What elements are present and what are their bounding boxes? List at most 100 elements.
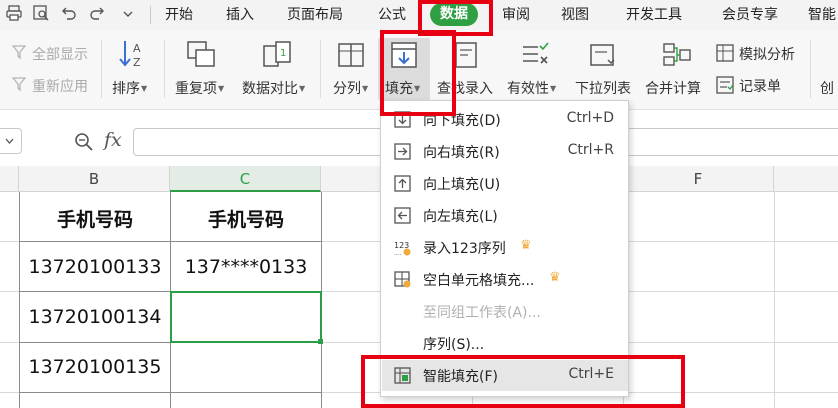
filter-reapply-icon	[11, 76, 28, 96]
undo-icon[interactable]	[60, 5, 78, 25]
tab-view[interactable]: 视图	[561, 0, 589, 30]
split-columns-icon	[336, 40, 366, 74]
fill-left-icon	[394, 207, 411, 224]
validity-button[interactable]: 有效性▼	[507, 78, 556, 98]
data-compare-button[interactable]: 数据对比▼	[242, 78, 305, 98]
customize-toolbar-icon[interactable]	[120, 5, 136, 25]
ribbon-divider	[320, 40, 321, 98]
duplicates-icon	[186, 40, 216, 74]
data-compare-icon: 1	[262, 40, 292, 74]
tab-home[interactable]: 开始	[165, 0, 193, 30]
sort-icon: AZ	[118, 38, 148, 74]
redo-icon[interactable]	[88, 5, 106, 25]
svg-text:Z: Z	[133, 56, 141, 69]
cell-b4[interactable]: 13720100135	[20, 356, 170, 378]
validity-label: 有效性	[507, 81, 549, 97]
cell-c1[interactable]: 手机号码	[171, 205, 321, 232]
member-crown-icon: ♛	[520, 238, 532, 253]
svg-text:A: A	[133, 42, 141, 55]
menu-item-fill-right[interactable]: 向右填充(R) Ctrl+R	[382, 136, 628, 167]
name-box[interactable]	[0, 128, 22, 154]
annotation-box-smart-fill	[361, 355, 685, 408]
cell-b1[interactable]: 手机号码	[20, 205, 170, 232]
consolidate-icon	[662, 40, 692, 74]
show-all-button[interactable]: 全部显示	[32, 44, 88, 64]
menu-item-label: 向上填充(U)	[423, 177, 501, 193]
menu-item-fill-up[interactable]: 向上填充(U)	[382, 168, 628, 199]
column-header-c[interactable]: C	[170, 166, 321, 192]
menu-item-label: 空白单元格填充...	[423, 273, 535, 289]
cell-b3[interactable]: 13720100134	[20, 306, 170, 328]
svg-text:1: 1	[280, 48, 286, 59]
split-caret-icon: ▼	[362, 84, 369, 93]
svg-text:....: ....	[394, 250, 402, 256]
annotation-box-fill-button	[380, 30, 456, 116]
tab-review[interactable]: 审阅	[502, 0, 530, 30]
menu-item-sequence-123[interactable]: 123.... 录入123序列 ♛	[382, 232, 628, 263]
dropdown-list-button[interactable]: 下拉列表	[575, 78, 631, 98]
column-header-f[interactable]: F	[623, 166, 774, 192]
print-preview-icon[interactable]	[32, 5, 50, 25]
tab-insert[interactable]: 插入	[226, 0, 254, 30]
menu-item-label: 序列(S)...	[423, 337, 485, 353]
fx-label[interactable]: fx	[104, 129, 122, 151]
fill-up-icon	[394, 175, 411, 192]
lookup-entry-icon	[452, 40, 482, 74]
name-box-chevron-icon[interactable]	[5, 138, 14, 145]
filter-show-all-icon	[11, 44, 28, 64]
record-form-button[interactable]: 记录单	[739, 76, 781, 96]
tab-page-layout[interactable]: 页面布局	[287, 0, 343, 30]
ribbon-divider	[810, 40, 811, 98]
fill-handle[interactable]	[318, 339, 323, 344]
menu-item-to-group-sheets[interactable]: 至同组工作表(A)...	[382, 296, 628, 327]
tab-member[interactable]: 会员专享	[722, 0, 778, 30]
active-cell-selection[interactable]	[170, 291, 322, 343]
fill-right-icon	[394, 143, 411, 160]
duplicates-button[interactable]: 重复项▼	[175, 78, 224, 98]
column-header-a-partial[interactable]	[0, 166, 19, 192]
fill-dropdown-menu: 向下填充(D) Ctrl+D 向右填充(R) Ctrl+R 向上填充(U) 向左…	[380, 100, 629, 397]
ribbon-divider	[101, 40, 102, 98]
sort-button[interactable]: 排序▼	[112, 78, 147, 98]
ribbon-divider	[164, 40, 165, 98]
record-form-icon	[716, 76, 734, 98]
data-compare-label: 数据对比	[242, 81, 298, 97]
menu-item-blank-cell-fill[interactable]: 空白单元格填充... ♛	[382, 264, 628, 295]
column-header-b[interactable]: B	[19, 166, 170, 192]
validity-caret-icon: ▼	[550, 84, 557, 93]
reapply-button[interactable]: 重新应用	[32, 76, 88, 96]
column-divider	[774, 192, 775, 408]
menu-item-label: 向右填充(R)	[423, 145, 500, 161]
validity-icon	[520, 40, 550, 74]
zoom-search-icon[interactable]	[74, 132, 94, 156]
sequence-123-icon: 123....	[394, 241, 411, 256]
menu-item-label: 至同组工作表(A)...	[423, 305, 541, 321]
duplicates-label: 重复项	[175, 81, 217, 97]
toolbar-divider	[150, 6, 151, 24]
print-icon[interactable]	[6, 5, 22, 25]
duplicates-caret-icon: ▼	[218, 84, 225, 93]
menu-item-fill-left[interactable]: 向左填充(L)	[382, 200, 628, 231]
create-button-partial[interactable]: 创	[820, 78, 834, 98]
blank-cell-fill-icon	[394, 271, 411, 288]
column-header-g-partial[interactable]	[774, 166, 838, 192]
cell-c2[interactable]: 137****0133	[171, 256, 321, 278]
whatif-analysis-button[interactable]: 模拟分析	[739, 44, 795, 64]
dropdown-list-icon	[588, 40, 618, 74]
compare-caret-icon: ▼	[299, 84, 306, 93]
menu-item-label: 向左填充(L)	[423, 209, 498, 225]
tab-smart[interactable]: 智能	[808, 0, 836, 30]
split-columns-button[interactable]: 分列▼	[333, 78, 368, 98]
tab-formulas[interactable]: 公式	[378, 0, 406, 30]
menu-item-label: 录入123序列	[423, 241, 506, 257]
consolidate-button[interactable]: 合并计算	[645, 78, 701, 98]
menu-item-shortcut: Ctrl+D	[566, 110, 614, 126]
split-label: 分列	[333, 81, 361, 97]
cell-b2[interactable]: 13720100133	[20, 256, 170, 278]
sort-label: 排序	[112, 81, 140, 97]
menu-item-shortcut: Ctrl+R	[567, 142, 614, 158]
whatif-analysis-icon	[716, 44, 734, 66]
sort-caret-icon: ▼	[141, 84, 148, 93]
member-crown-icon: ♛	[549, 270, 561, 285]
tab-developer[interactable]: 开发工具	[626, 0, 682, 30]
